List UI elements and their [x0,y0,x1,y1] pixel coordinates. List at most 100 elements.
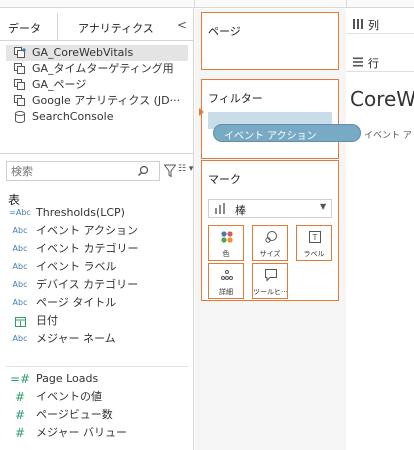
field-label: Thresholds(LCP) [36,206,125,219]
string-type-icon: Abc [12,298,28,307]
rows-icon [353,57,363,67]
data-source-item[interactable]: Google アナリティクス (JD··· [6,93,188,109]
string-type-icon: Abc [12,334,28,343]
label-button[interactable]: T ラベル [296,225,332,261]
color-label: 色 [222,250,230,258]
worksheet-title: CoreW [350,87,414,111]
columns-shelf[interactable]: 列 [346,14,414,34]
calendar-icon [14,317,26,327]
field-label: ページビュー数 [36,408,113,421]
worksheet-canvas: 列 行 CoreW イベント ア [346,9,414,450]
pages-shelf[interactable]: ページ [201,12,339,70]
string-type-icon: Abc [12,280,28,289]
field-label: Page Loads [36,372,99,385]
color-button[interactable]: 色 [208,225,244,261]
rows-shelf-label: 行 [368,57,379,70]
drop-indicator-caret [199,108,204,116]
search-input[interactable] [11,164,131,178]
field-item[interactable]: =# Page Loads [6,371,192,387]
field-item[interactable]: # ページビュー数 [6,407,192,423]
size-button[interactable]: サイズ [252,225,288,261]
divider [0,153,194,154]
dragged-field-pill[interactable]: イベント アクション [213,124,361,142]
size-icon [265,231,277,243]
data-source-item[interactable]: GA_ページ [6,77,188,93]
svg-text:T: T [312,233,318,242]
chevron-down-icon: ▼ [320,202,327,211]
data-pane: データ アナリティクス < GA_CoreWebVitals GA_タイムターゲ… [0,9,194,450]
detail-button[interactable]: 詳細 [208,263,244,299]
field-item[interactable]: Abc ページ タイトル [6,295,192,311]
columns-icon [353,19,363,29]
top-strip-divider [346,0,347,8]
field-item[interactable]: Abc メジャー ネーム [6,331,192,347]
tooltip-label: ツールヒ··· [253,288,287,296]
field-label: イベント カテゴリー [36,242,139,255]
list-view-icon[interactable]: ☷ ▾ [178,164,196,178]
tooltip-button[interactable]: ツールヒ··· [252,263,288,299]
field-item[interactable]: Abc イベント カテゴリー [6,241,192,257]
tooltip-icon [265,269,277,282]
field-item[interactable]: # イベントの値 [6,389,192,405]
marks-card: マーク 棒 ▼ 色 サイズ T ラベル 詳細 ツールヒ··· [201,160,339,301]
data-source-item[interactable]: SearchConsole [6,109,188,125]
field-item[interactable]: Abc イベント アクション [6,223,192,239]
data-source-item[interactable]: GA_タイムターゲティング用 [6,61,188,77]
data-source-label: SearchConsole [32,110,114,123]
shelves-pane: ページ フィルター マーク 棒 ▼ 色 サイズ T ラベル 詳細 ツールヒ··· [195,9,346,450]
field-label: デバイス カテゴリー [36,278,139,291]
label-icon: T [309,231,321,243]
field-item[interactable]: =Abc Thresholds(LCP) [6,205,192,221]
string-type-icon: Abc [12,244,28,253]
data-source-label: GA_ページ [32,78,87,91]
cylinder-icon [15,111,25,123]
filters-shelf-title: フィルター [208,92,263,105]
search-row: ☷ ▾ [6,161,193,181]
database-icon [14,95,25,106]
data-source-label: Google アナリティクス (JD··· [32,94,181,107]
field-label: 日付 [36,314,58,327]
filter-icon[interactable] [164,164,176,178]
label-label: ラベル [303,250,325,258]
size-label: サイズ [259,250,281,258]
top-strip [0,0,414,8]
field-label: メジャー バリュー [36,426,127,439]
pane-tabs: データ アナリティクス < [0,9,194,41]
field-label: イベント アクション [36,224,138,237]
filters-shelf[interactable]: フィルター [201,79,339,159]
date-type-icon [6,313,34,333]
detail-icon [221,270,233,280]
calculated-string-type-icon: =Abc [9,208,31,217]
data-source-item[interactable]: GA_CoreWebVitals [6,45,188,61]
mark-type-label: 棒 [235,204,246,217]
worksheet-subtitle: イベント ア [364,131,412,141]
tab-data[interactable]: データ [8,20,41,36]
calculated-number-type-icon: =# [9,372,31,386]
data-source-label: GA_タイムターゲティング用 [32,62,174,75]
database-icon [14,79,25,90]
mark-type-dropdown[interactable]: 棒 ▼ [208,199,332,218]
divider [6,366,188,367]
tab-analytics[interactable]: アナリティクス [78,20,154,36]
rows-shelf[interactable]: 行 [346,52,414,72]
marks-card-title: マーク [208,173,241,186]
number-type-icon: # [14,390,26,404]
search-box [6,161,160,181]
field-label: イベント ラベル [36,260,117,273]
collapse-pane-button[interactable]: < [176,18,188,32]
search-icon[interactable] [137,165,149,177]
string-type-icon: Abc [12,262,28,271]
data-source-label: GA_CoreWebVitals [32,46,134,59]
field-item[interactable]: Abc デバイス カテゴリー [6,277,192,293]
field-label: イベントの値 [36,390,102,403]
number-type-icon: # [14,408,26,422]
field-item[interactable]: 日付 [6,313,192,329]
field-item[interactable]: Abc イベント ラベル [6,259,192,275]
dragged-field-label: イベント アクション [224,131,317,142]
bar-chart-icon [215,203,225,214]
field-item[interactable]: # メジャー バリュー [6,425,192,441]
top-strip-divider [194,0,195,8]
pages-shelf-title: ページ [208,25,241,38]
field-label: メジャー ネーム [36,332,116,345]
number-type-icon: # [14,426,26,440]
